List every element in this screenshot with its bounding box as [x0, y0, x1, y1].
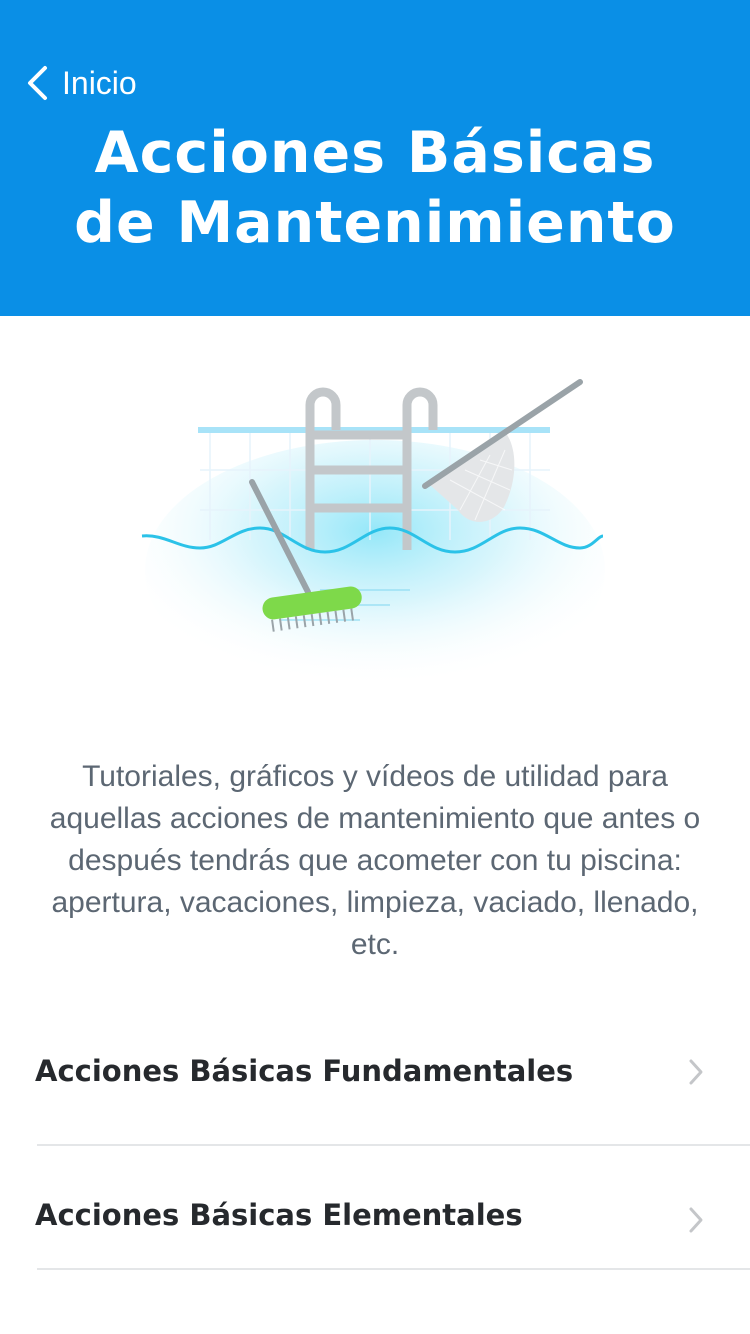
description-text: Tutoriales, gráficos y vídeos de utilida… [49, 760, 701, 961]
menu-item-fundamentales[interactable]: Acciones Básicas Fundamentales [0, 1002, 750, 1146]
menu-item-label: Acciones Básicas Elementales [35, 1198, 523, 1232]
back-button[interactable]: Inicio [26, 58, 137, 108]
pool-maintenance-illustration [120, 360, 630, 700]
header: Inicio Acciones Básicas de Mantenimiento [0, 0, 750, 316]
back-label: Inicio [62, 64, 137, 101]
menu-list: Acciones Básicas Fundamentales Acciones … [0, 1002, 750, 1270]
menu-item-elementales[interactable]: Acciones Básicas Elementales [0, 1146, 750, 1270]
menu-item-label: Acciones Básicas Fundamentales [35, 1054, 574, 1088]
page-title-line-1: Acciones Básicas [94, 120, 656, 186]
divider [37, 1268, 750, 1270]
page-title-line-2: de Mantenimiento [74, 190, 676, 256]
chevron-left-icon [26, 65, 48, 101]
page-title: Acciones Básicas de Mantenimiento [0, 118, 750, 258]
chevron-right-icon [688, 1058, 704, 1091]
chevron-right-icon [688, 1206, 704, 1239]
